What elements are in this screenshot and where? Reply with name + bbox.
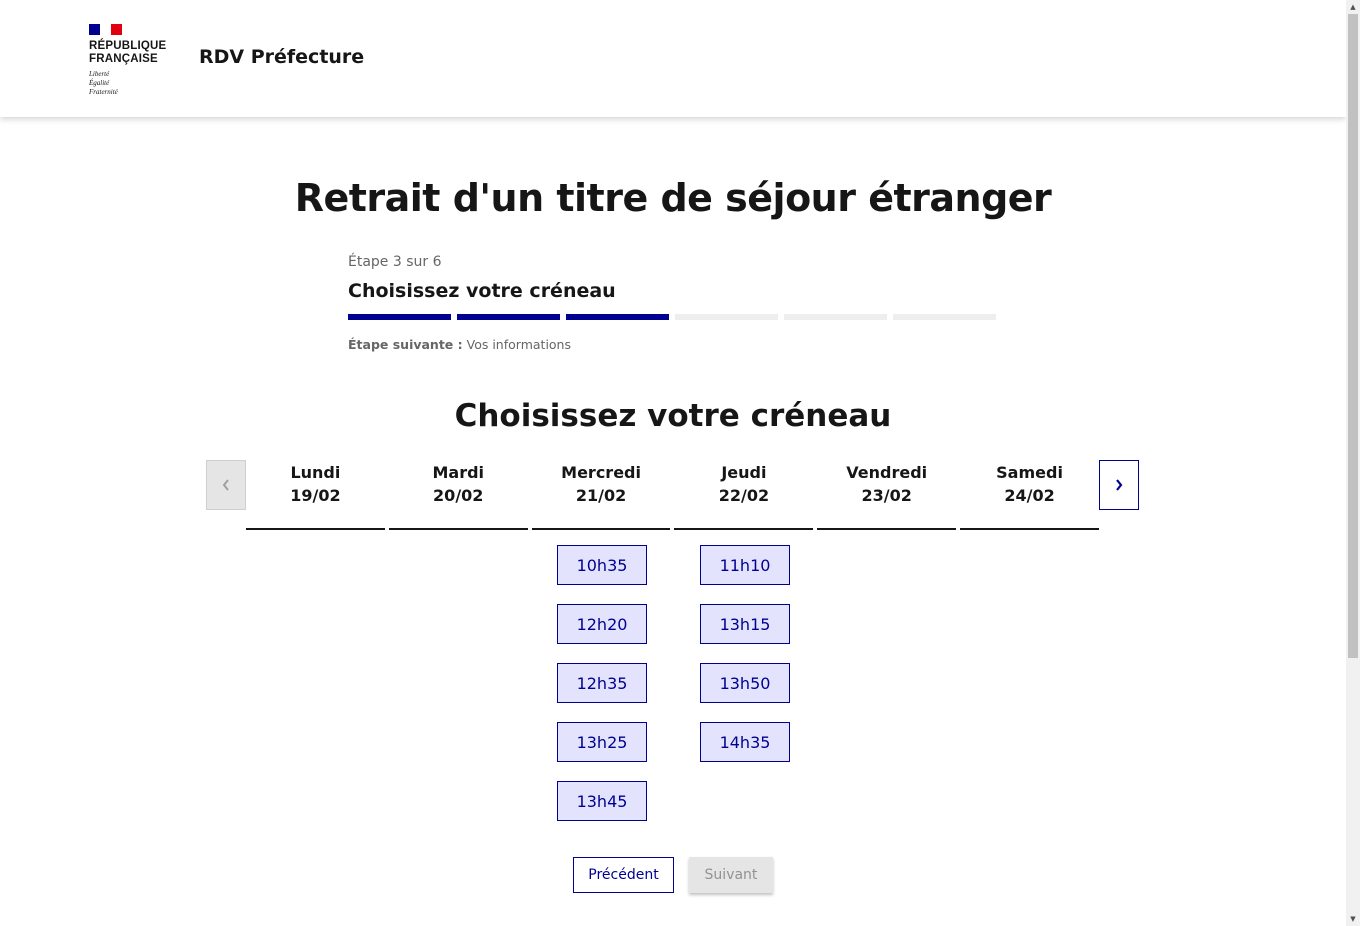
time-slot-button[interactable]: 14h35	[700, 722, 790, 762]
previous-days-button[interactable]	[206, 460, 246, 510]
day-header: Mardi 20/02	[388, 460, 528, 530]
step-progress-segment	[893, 314, 996, 320]
chevron-right-icon	[1116, 479, 1123, 491]
day-header: Mercredi 21/02	[531, 460, 671, 530]
day-name: Lundi	[290, 463, 341, 482]
day-header: Jeudi 22/02	[674, 460, 814, 530]
next-days-button[interactable]	[1099, 460, 1139, 510]
step-progress-segment	[457, 314, 560, 320]
previous-button[interactable]: Précédent	[573, 857, 674, 893]
day-name: Samedi	[996, 463, 1063, 482]
day-header: Vendredi 23/02	[817, 460, 957, 530]
logo-motto: Liberté Égalité Fraternité	[89, 70, 118, 96]
step-progress-segment	[566, 314, 669, 320]
step-next-value: Vos informations	[466, 337, 571, 352]
day-date: 22/02	[718, 486, 770, 505]
slot-column: 11h10 13h15 13h50 14h35	[700, 545, 790, 781]
time-slot-button[interactable]: 13h25	[557, 722, 647, 762]
chevron-left-icon	[222, 479, 229, 491]
scroll-up-arrow-icon[interactable]: ▲	[1346, 0, 1360, 14]
time-slot-button[interactable]: 11h10	[700, 545, 790, 585]
step-progress-segment	[348, 314, 451, 320]
day-header: Samedi 24/02	[960, 460, 1099, 530]
day-name: Vendredi	[846, 463, 928, 482]
site-header: RÉPUBLIQUE FRANÇAISE Liberté Égalité Fra…	[0, 0, 1346, 117]
french-flag-icon	[89, 24, 122, 35]
scroll-thumb[interactable]	[1348, 14, 1358, 658]
calendar-title: Choisissez votre créneau	[454, 398, 892, 434]
day-name: Jeudi	[721, 463, 767, 482]
step-progress-segment	[675, 314, 778, 320]
day-date: 21/02	[575, 486, 627, 505]
service-title[interactable]: RDV Préfecture	[199, 46, 364, 68]
day-header: Lundi 19/02	[246, 460, 385, 530]
time-slot-button[interactable]: 13h45	[557, 781, 647, 821]
day-date: 20/02	[433, 486, 484, 505]
time-slot-button[interactable]: 12h20	[557, 604, 647, 644]
step-title: Choisissez votre créneau	[348, 280, 616, 302]
step-next-label: Étape suivante :	[348, 337, 463, 352]
logo-name: RÉPUBLIQUE FRANÇAISE	[89, 40, 167, 65]
next-button[interactable]: Suivant	[689, 857, 773, 893]
page-scrollbar[interactable]: ▲ ▼	[1346, 0, 1360, 926]
day-date: 23/02	[861, 486, 912, 505]
step-state: Étape 3 sur 6	[348, 254, 442, 270]
slot-column: 10h35 12h20 12h35 13h25 13h45	[557, 545, 647, 840]
step-progress-bars	[348, 314, 998, 320]
calendar-days: Lundi 19/02 Mardi 20/02 Mercredi 21/02 Jeudi 22…	[246, 460, 1099, 530]
day-date: 24/02	[1004, 486, 1055, 505]
step-progress-segment	[784, 314, 887, 320]
time-slot-button[interactable]: 12h35	[557, 663, 647, 703]
day-name: Mardi	[432, 463, 485, 482]
stepper: Étape 3 sur 6 Choisissez votre créneau É…	[348, 254, 998, 352]
republique-francaise-logo[interactable]: RÉPUBLIQUE FRANÇAISE Liberté Égalité Fra…	[89, 24, 179, 97]
page-title: Retrait d'un titre de séjour étranger	[294, 176, 1052, 220]
time-slot-button[interactable]: 10h35	[557, 545, 647, 585]
time-slot-button[interactable]: 13h15	[700, 604, 790, 644]
time-slot-button[interactable]: 13h50	[700, 663, 790, 703]
scroll-down-arrow-icon[interactable]: ▼	[1346, 912, 1360, 926]
day-name: Mercredi	[561, 463, 641, 482]
step-next: Étape suivante : Vos informations	[348, 337, 998, 352]
day-date: 19/02	[290, 486, 341, 505]
